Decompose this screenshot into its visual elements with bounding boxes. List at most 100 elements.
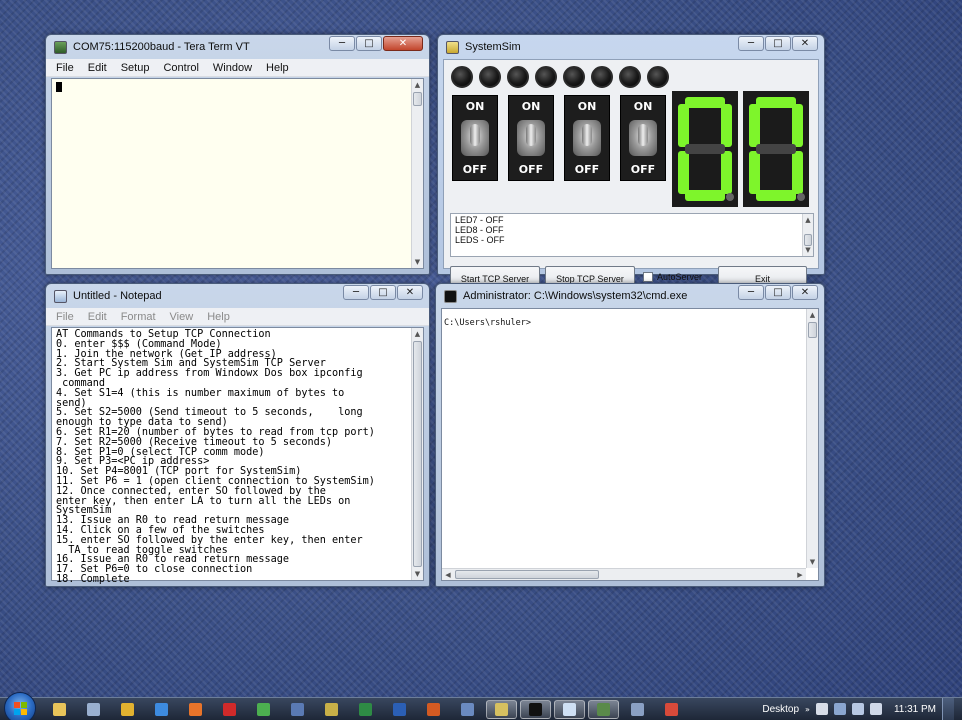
scroll-down-icon[interactable]: ▼: [807, 556, 818, 568]
taskbar-app-button[interactable]: [78, 700, 109, 719]
taskbar-app-button[interactable]: [452, 700, 483, 719]
segment-e: [678, 151, 689, 194]
close-icon[interactable]: ✕: [397, 285, 423, 300]
segment-g: [756, 144, 796, 154]
scroll-up-icon[interactable]: ▲: [803, 214, 813, 226]
scroll-down-icon[interactable]: ▼: [412, 256, 423, 268]
toggle-switch-4[interactable]: ON OFF: [620, 95, 666, 181]
menu-help[interactable]: Help: [207, 311, 230, 323]
taskbar-app-button[interactable]: [146, 700, 177, 719]
menu-edit[interactable]: Edit: [88, 62, 107, 74]
ie-icon: [155, 703, 168, 716]
taskbar-app-button[interactable]: [622, 700, 653, 719]
status-log[interactable]: LED7 - OFF LED8 - OFF LEDS - OFF ▲ ▼: [450, 213, 814, 257]
menu-setup[interactable]: Setup: [121, 62, 150, 74]
taskbar-app-button[interactable]: [656, 700, 687, 719]
scroll-thumb[interactable]: [413, 92, 422, 106]
scroll-down-icon[interactable]: ▼: [412, 568, 423, 580]
toggle-switch-3[interactable]: ON OFF: [564, 95, 610, 181]
taskbar-app-button[interactable]: [384, 700, 415, 719]
taskbar-app-button[interactable]: [44, 700, 75, 719]
taskbar-app-button[interactable]: [248, 700, 279, 719]
close-icon[interactable]: ✕: [792, 36, 818, 51]
menu-file[interactable]: File: [56, 311, 74, 323]
maximize-icon[interactable]: □: [356, 36, 382, 51]
start-button[interactable]: [4, 692, 36, 720]
menu-window[interactable]: Window: [213, 62, 252, 74]
toggle-switch-1[interactable]: ON OFF: [452, 95, 498, 181]
show-desktop-button[interactable]: [942, 698, 954, 720]
taskbar-app-button[interactable]: [214, 700, 245, 719]
toggle-lever-icon[interactable]: [573, 120, 601, 156]
clock[interactable]: 11:31 PM: [894, 704, 936, 715]
systemsim-window[interactable]: SystemSim ─ □ ✕ ON OFF ON OFF ON OFF ON …: [437, 34, 825, 292]
maximize-icon[interactable]: □: [765, 36, 791, 51]
cmd-hscrollbar[interactable]: ◀ ▶: [442, 568, 806, 580]
scroll-thumb[interactable]: [455, 570, 599, 579]
close-icon[interactable]: ✕: [792, 285, 818, 300]
toggle-switch-2[interactable]: ON OFF: [508, 95, 554, 181]
checkbox-icon[interactable]: [643, 272, 653, 282]
taskbar-app-button[interactable]: [520, 700, 551, 719]
taskbar-app-button[interactable]: [486, 700, 517, 719]
scroll-down-icon[interactable]: ▼: [803, 244, 813, 256]
log-vscrollbar[interactable]: ▲ ▼: [802, 214, 813, 256]
taskbar-app-button[interactable]: [112, 700, 143, 719]
autoserver-checkbox[interactable]: AutoServer: [643, 272, 702, 282]
scroll-thumb[interactable]: [808, 322, 817, 338]
menu-edit[interactable]: Edit: [88, 311, 107, 323]
cmd-console[interactable]: C:\Users\rshuler> ▲ ▼ ◀ ▶: [441, 308, 819, 581]
taskbar-app-button[interactable]: [350, 700, 381, 719]
toggle-lever-icon[interactable]: [629, 120, 657, 156]
toggle-lever-icon[interactable]: [517, 120, 545, 156]
scroll-thumb[interactable]: [413, 341, 422, 567]
notepad-text-area[interactable]: AT Commands to Setup TCP Connection 0. en…: [51, 327, 424, 584]
segment-c: [792, 151, 803, 194]
maximize-icon[interactable]: □: [370, 285, 396, 300]
digit-segments: [678, 97, 732, 201]
taskbar-app-button[interactable]: [316, 700, 347, 719]
tray-network-icon[interactable]: [851, 703, 864, 715]
decimal-point-icon: [797, 193, 805, 201]
tray-volume-icon[interactable]: [869, 703, 882, 715]
led-row: [451, 66, 669, 88]
minimize-icon[interactable]: ─: [329, 36, 355, 51]
terminal-area[interactable]: ▲ ▼: [51, 78, 424, 269]
led-indicator: [507, 66, 529, 88]
scroll-up-icon[interactable]: ▲: [412, 328, 423, 340]
scroll-up-icon[interactable]: ▲: [807, 309, 818, 321]
scroll-up-icon[interactable]: ▲: [412, 79, 423, 91]
teraterm-window[interactable]: COM75:115200baud - Tera Term VT ─ □ ✕ Fi…: [45, 34, 430, 275]
menu-view[interactable]: View: [170, 311, 194, 323]
tray-flag-icon[interactable]: [815, 703, 828, 715]
cmd-vscrollbar[interactable]: ▲ ▼: [806, 309, 818, 568]
menu-file[interactable]: File: [56, 62, 74, 74]
cmd-window[interactable]: Administrator: C:\Windows\system32\cmd.e…: [435, 283, 825, 587]
close-icon[interactable]: ✕: [383, 36, 423, 51]
menu-help[interactable]: Help: [266, 62, 289, 74]
taskbar-app-button[interactable]: [418, 700, 449, 719]
tray-app-icon[interactable]: [833, 703, 846, 715]
chevron-icon[interactable]: »: [805, 705, 810, 714]
maximize-icon[interactable]: □: [765, 285, 791, 300]
minimize-icon[interactable]: ─: [738, 285, 764, 300]
scroll-right-icon[interactable]: ▶: [794, 569, 806, 581]
scroll-left-icon[interactable]: ◀: [442, 569, 454, 581]
switch-off-label: OFF: [462, 163, 488, 176]
excel-icon: [359, 703, 372, 716]
desktop-toolbar-label[interactable]: Desktop: [762, 704, 799, 715]
minimize-icon[interactable]: ─: [738, 36, 764, 51]
taskbar-app-button[interactable]: [588, 700, 619, 719]
notepad-vscrollbar[interactable]: ▲ ▼: [411, 328, 423, 580]
taskbar-app-button[interactable]: [554, 700, 585, 719]
menu-format[interactable]: Format: [121, 311, 156, 323]
terminal-vscrollbar[interactable]: ▲ ▼: [411, 79, 423, 268]
notepad-caption-buttons: ─ □ ✕: [343, 285, 423, 300]
segment-g: [685, 144, 725, 154]
minimize-icon[interactable]: ─: [343, 285, 369, 300]
taskbar-app-button[interactable]: [180, 700, 211, 719]
toggle-lever-icon[interactable]: [461, 120, 489, 156]
menu-control[interactable]: Control: [163, 62, 198, 74]
notepad-window[interactable]: Untitled - Notepad ─ □ ✕ File Edit Forma…: [45, 283, 430, 587]
taskbar-app-button[interactable]: [282, 700, 313, 719]
